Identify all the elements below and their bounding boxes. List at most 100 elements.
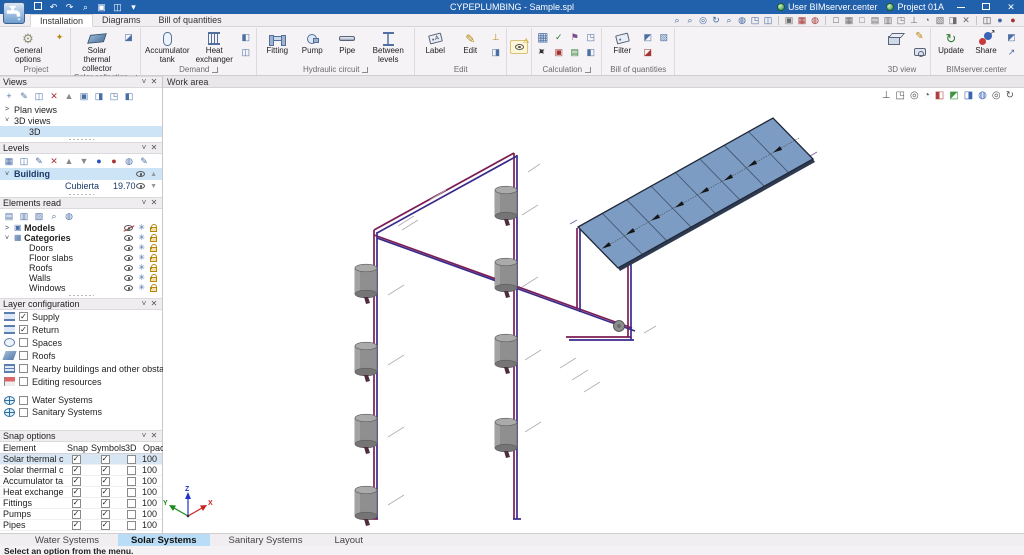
checkbox[interactable]: ✓ [19,325,28,334]
3d-checkbox[interactable] [127,521,136,530]
layer-row-water-systems[interactable]: Water Systems [0,394,162,406]
boq-tag-check-icon[interactable]: ◩ [641,31,654,43]
snap-row-solar-thermal-1[interactable]: Solar thermal c... ✓ ✓ 100 [0,454,162,465]
demand-list-icon[interactable]: ◫ [239,46,252,58]
delete-level-icon[interactable]: ✕ [48,155,60,167]
snap-checkbox[interactable]: ✓ [72,477,81,486]
pump-symbol[interactable] [614,321,625,332]
grid-toggle-icon[interactable]: ▦ [844,16,854,25]
symbols-checkbox[interactable]: ✓ [101,521,110,530]
import-calc-icon[interactable]: ◧ [584,46,597,58]
eye-icon[interactable] [124,235,133,241]
opacity-value[interactable]: 100 [140,509,163,519]
layer-row-supply[interactable]: ✓ Supply [0,310,162,323]
demand-copy-icon[interactable]: ◧ [239,31,252,43]
3d-checkbox[interactable] [127,510,136,519]
hide-elements-icon[interactable]: ◎ [910,91,919,101]
lock-open-icon[interactable] [150,257,157,262]
between-levels-button[interactable]: Between levels [365,29,411,65]
fitting-button[interactable]: Fitting [260,29,294,56]
general-options-button[interactable]: ⚙ General options [5,29,51,65]
eye-icon[interactable] [124,265,133,271]
bimserver-user[interactable]: User BIMserver.center [777,2,878,12]
element-row-floor-slabs[interactable]: Floor slabs ✳ [0,253,162,263]
collapse-panel-icon[interactable]: ˅ [139,199,149,207]
chevron-right-icon[interactable]: > [5,106,14,113]
opacity-value[interactable]: 100 [140,454,163,464]
checkbox[interactable] [19,377,28,386]
show-all-icon[interactable]: ● [93,155,105,167]
rotate-view-icon[interactable]: ↻ [1006,91,1014,101]
add-view-icon[interactable]: + [3,90,15,102]
print-icon[interactable]: ▣ [96,2,107,13]
snap-checkbox[interactable]: ✓ [72,521,81,530]
heat-exchanger-button[interactable]: Heat exchanger [191,29,237,65]
checkbox[interactable] [19,364,28,373]
sphere-view-icon[interactable]: ◍ [978,91,987,101]
save-icon[interactable] [32,2,43,12]
level-row-building[interactable]: ˅ Building ▲ [0,168,162,180]
close-panel-icon[interactable]: ✕ [149,144,159,152]
edit-button[interactable]: ✎ Edit [453,29,487,56]
element-row-categories[interactable]: ˅ ▦ Categories ✳ [0,233,162,243]
move-down-icon[interactable]: ▼ [78,155,90,167]
collapse-panel-icon[interactable]: ˅ [139,144,149,152]
col-element[interactable]: Element [0,443,64,453]
level-row-cubierta[interactable]: Cubierta 19.70 ▼ [0,180,162,192]
opacity-value[interactable]: 100 [140,465,163,475]
tab-solar-systems[interactable]: Solar Systems [118,534,209,546]
layer-row-return[interactable]: ✓ Return [0,323,162,336]
export-calc-icon[interactable]: ◳ [584,31,597,43]
eye-icon[interactable] [136,171,145,177]
accumulator-tank-button[interactable]: Accumulator tank [144,29,190,65]
update-button[interactable]: ↻ Update [934,29,968,56]
close-panel-icon[interactable]: ✕ [149,199,159,207]
move-up-icon[interactable]: ▲ [63,155,75,167]
wand-icon[interactable]: ✦ [536,46,549,58]
eye-icon[interactable] [124,285,133,291]
collapse-tree-icon[interactable]: ▥ [18,210,30,222]
angle-icon[interactable]: ⊥ [909,16,919,25]
symbols-checkbox[interactable]: ✓ [101,488,110,497]
tab-diagrams[interactable]: Diagrams [93,14,150,26]
duplicate-view-icon[interactable]: ◫ [33,90,45,102]
lock-open-icon[interactable] [150,267,157,272]
checkbox[interactable] [19,396,28,405]
drawing-canvas[interactable]: ⊥ ◳ ◎ ◔ ◧ ◩ ◨ ◍ ◎ ↻ [163,88,1024,533]
dxf-template-icon[interactable]: ▦ [797,16,807,25]
freeze-icon[interactable]: ✳ [138,224,145,232]
tab-bill-of-quantities[interactable]: Bill of quantities [150,14,231,26]
element-row-models[interactable]: > ▣ Models ✳ [0,223,162,233]
close-panel-icon[interactable]: ✕ [149,432,159,440]
results-table-icon[interactable]: ▤ [568,46,581,58]
solar-collector-array[interactable] [578,118,815,271]
clock-icon[interactable]: ◔ [922,16,932,25]
chevron-down-icon[interactable]: ˅ [5,117,14,124]
chevron-down-icon[interactable]: ˅ [5,171,14,178]
tools-icon[interactable]: ✕ [961,16,971,25]
lock-open-icon[interactable] [150,287,157,292]
eye-icon[interactable] [136,183,145,189]
collapse-panel-icon[interactable]: ˅ [139,300,149,308]
tab-sanitary-systems[interactable]: Sanitary Systems [216,534,316,546]
pan-icon[interactable]: ◍ [737,16,747,25]
keys-icon[interactable]: ✦ [53,31,66,43]
elevation-view-icon[interactable]: ▲ [63,90,75,102]
snap-checkbox[interactable]: ✓ [72,488,81,497]
snap-checkbox[interactable]: ✓ [72,499,81,508]
tab-layout[interactable]: Layout [321,534,376,546]
snap-row-pipes[interactable]: Pipes ✓ ✓ 100 [0,520,162,531]
dialog-launcher-icon[interactable] [362,67,368,73]
collector-field-icon[interactable]: ◪ [122,31,135,43]
lock-open-icon[interactable] [150,277,157,282]
move-icon[interactable]: ◳ [750,16,760,25]
pump-button[interactable]: Pump [295,29,329,56]
link-level-icon[interactable]: ◫ [18,155,30,167]
chevron-right-icon[interactable]: > [5,225,14,232]
section-z-icon[interactable]: ◨ [964,91,973,101]
solar-thermal-collector-button[interactable]: Solar thermal collector [74,29,120,73]
pipe-button[interactable]: Pipe [330,29,364,56]
snap-checkbox[interactable]: ✓ [72,466,81,475]
snapshot-3d-icon[interactable] [913,46,926,58]
check-results-icon[interactable]: ✓ [552,31,565,43]
